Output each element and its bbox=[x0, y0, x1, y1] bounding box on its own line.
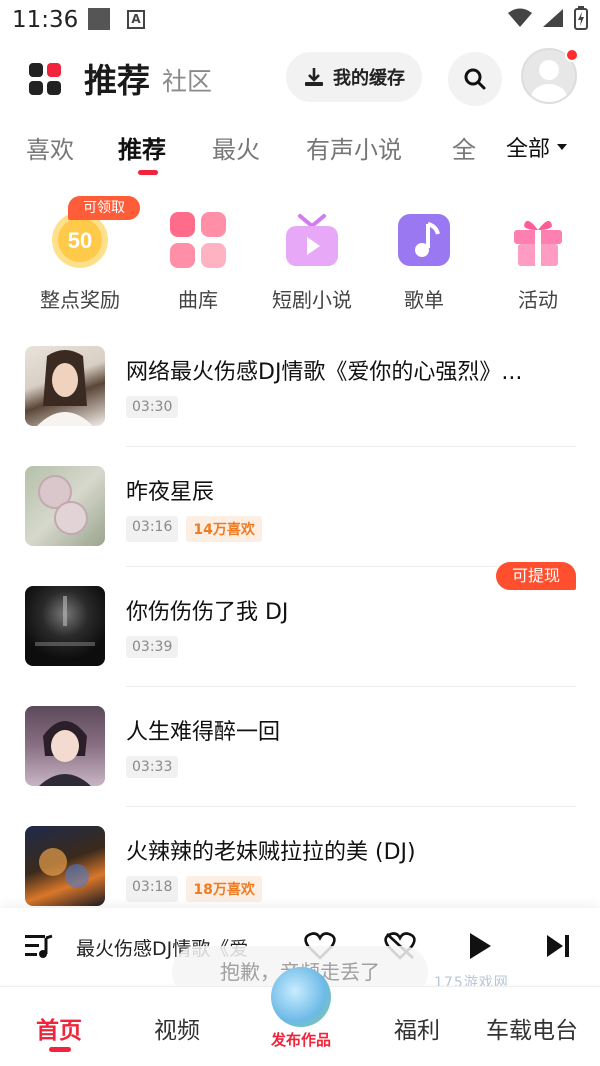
feature-library[interactable]: 曲库 bbox=[143, 190, 253, 313]
song-cover bbox=[25, 466, 105, 546]
top-header: 推荐 社区 我的缓存 bbox=[0, 48, 600, 106]
portrait-image bbox=[37, 350, 93, 426]
tab-active-indicator bbox=[138, 170, 158, 175]
claimable-badge: 可领取 bbox=[68, 196, 140, 220]
library-grid-icon bbox=[168, 210, 228, 270]
fiery-cover-image bbox=[39, 848, 89, 888]
music-note-icon bbox=[394, 210, 454, 270]
list-divider bbox=[126, 806, 576, 807]
app-notification-icon: A bbox=[127, 10, 145, 29]
tv-play-icon bbox=[282, 210, 342, 270]
song-duration: 03:18 bbox=[126, 876, 179, 902]
song-meta: 03:16 14万喜欢 bbox=[126, 516, 262, 542]
wifi-icon bbox=[508, 8, 532, 27]
category-tabs: 喜欢 推荐 最火 有声小说 全 全部 bbox=[0, 126, 600, 180]
community-tab[interactable]: 社区 bbox=[162, 62, 212, 98]
all-categories-dropdown[interactable]: 全部 bbox=[484, 126, 569, 168]
feature-label: 活动 bbox=[518, 288, 558, 312]
dark-cover-image bbox=[35, 596, 95, 646]
withdraw-badge[interactable]: 可提现 bbox=[496, 562, 576, 590]
feature-label: 短剧小说 bbox=[272, 288, 352, 312]
list-divider bbox=[126, 686, 576, 687]
feature-short-drama[interactable]: 短剧小说 bbox=[257, 190, 367, 313]
tab-all-partial[interactable]: 全 bbox=[452, 130, 476, 165]
tab-audio-novel[interactable]: 有声小说 bbox=[306, 130, 402, 165]
seal-image bbox=[38, 475, 88, 535]
song-meta: 03:30 bbox=[126, 396, 179, 418]
my-cache-button[interactable]: 我的缓存 bbox=[286, 52, 422, 102]
tab-recommend[interactable]: 推荐 bbox=[118, 130, 166, 165]
song-meta: 03:39 bbox=[126, 636, 179, 658]
song-duration: 03:30 bbox=[126, 396, 179, 418]
song-duration: 03:39 bbox=[126, 636, 179, 658]
all-categories-label: 全部 bbox=[506, 137, 551, 162]
app-menu-icon[interactable] bbox=[28, 62, 62, 96]
status-bar: 11:36 A bbox=[0, 0, 600, 40]
tab-hottest[interactable]: 最火 bbox=[212, 130, 260, 165]
nav-home[interactable]: 首页 bbox=[36, 1011, 82, 1045]
song-row[interactable]: 你伤伤伤了我 DJ 03:39 bbox=[0, 586, 600, 706]
song-likes-badge: 18万喜欢 bbox=[186, 876, 262, 902]
play-icon bbox=[470, 933, 491, 959]
bottom-navigation: 首页 视频 发布作品 福利 车载电台 bbox=[0, 967, 600, 1066]
song-cover bbox=[25, 586, 105, 666]
signal-icon bbox=[543, 9, 563, 27]
next-button[interactable] bbox=[540, 928, 576, 964]
caret-down-icon bbox=[557, 144, 568, 150]
skip-next-icon bbox=[547, 935, 569, 957]
song-duration: 03:33 bbox=[126, 756, 179, 778]
song-row[interactable]: 网络最火伤感DJ情歌《爱你的心强烈》... 03:30 bbox=[0, 346, 600, 466]
tab-like[interactable]: 喜欢 bbox=[26, 130, 74, 165]
feature-label: 曲库 bbox=[178, 288, 218, 312]
battery-icon bbox=[574, 6, 588, 30]
status-time: 11:36 bbox=[12, 7, 79, 33]
nav-active-indicator bbox=[49, 1047, 71, 1052]
status-indicators bbox=[508, 6, 588, 30]
gift-icon bbox=[508, 210, 568, 270]
play-button[interactable] bbox=[462, 928, 498, 964]
search-icon bbox=[464, 68, 486, 90]
publish-label: 发布作品 bbox=[270, 1031, 331, 1049]
my-cache-label: 我的缓存 bbox=[333, 68, 405, 89]
song-duration: 03:16 bbox=[126, 516, 179, 542]
playlist-icon[interactable] bbox=[24, 932, 54, 960]
song-cover bbox=[25, 826, 105, 906]
song-row[interactable]: 人生难得醉一回 03:33 bbox=[0, 706, 600, 826]
nav-video[interactable]: 视频 bbox=[154, 1011, 200, 1045]
download-icon bbox=[305, 68, 323, 86]
anime-character-image bbox=[39, 721, 91, 786]
song-likes-badge: 14万喜欢 bbox=[186, 516, 262, 542]
search-button[interactable] bbox=[448, 52, 502, 106]
song-cover bbox=[25, 706, 105, 786]
publish-icon bbox=[271, 967, 331, 1027]
song-cover bbox=[25, 346, 105, 426]
coin-text: 50 bbox=[68, 228, 92, 253]
feature-activity[interactable]: 活动 bbox=[483, 190, 593, 313]
song-title: 你伤伤伤了我 DJ bbox=[126, 600, 289, 625]
list-divider bbox=[126, 446, 576, 447]
nav-car-radio[interactable]: 车载电台 bbox=[486, 1011, 578, 1045]
song-title: 网络最火伤感DJ情歌《爱你的心强烈》... bbox=[126, 360, 523, 385]
page-title[interactable]: 推荐 bbox=[84, 54, 150, 102]
feature-label: 整点奖励 bbox=[40, 288, 120, 312]
song-title: 昨夜星辰 bbox=[126, 480, 215, 505]
song-meta: 03:33 bbox=[126, 756, 179, 778]
song-meta: 03:18 18万喜欢 bbox=[126, 876, 262, 902]
song-title: 人生难得醉一回 bbox=[126, 720, 281, 745]
nav-welfare[interactable]: 福利 bbox=[394, 1011, 440, 1045]
song-title: 火辣辣的老妹贼拉拉的美 (DJ) bbox=[126, 840, 416, 865]
notification-icon bbox=[88, 8, 110, 30]
notification-dot bbox=[565, 48, 579, 62]
feature-label: 歌单 bbox=[404, 288, 444, 312]
nav-publish[interactable]: 发布作品 bbox=[262, 967, 340, 1050]
feature-playlist[interactable]: 歌单 bbox=[369, 190, 479, 313]
